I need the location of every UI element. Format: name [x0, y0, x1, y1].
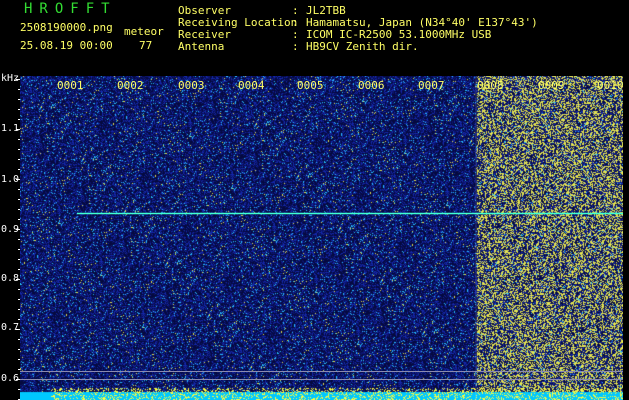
spectrogram-overlay: [20, 76, 623, 400]
info-value-antenna: HB9CV Zenith dir.: [306, 40, 419, 53]
y-tick-label: 0.9: [1, 224, 20, 235]
x-tick-label: 0008: [477, 79, 504, 92]
y-tick-label: 0.8: [1, 273, 20, 284]
y-tick-label: 0.7: [1, 322, 20, 333]
x-tick-label: 0006: [358, 79, 385, 92]
meteor-label: meteor: [124, 25, 164, 38]
info-label-antenna: Antenna: [178, 40, 225, 53]
x-tick-label: 0007: [418, 79, 445, 92]
x-tick-label: 0002: [117, 79, 144, 92]
x-tick-label: 0010: [597, 79, 624, 92]
y-tick-label: 1.0: [1, 174, 20, 185]
x-tick-label: 0004: [238, 79, 265, 92]
spectrogram: [20, 76, 623, 400]
meteor-count: 77: [139, 39, 153, 52]
y-tick-label: 1.1: [1, 123, 20, 134]
x-tick-label: 0009: [538, 79, 565, 92]
file-datetime: 25.08.19 00:00: [20, 39, 113, 52]
info-sep: :: [292, 40, 299, 53]
x-tick-label: 0001: [57, 79, 84, 92]
x-tick-label: 0003: [178, 79, 205, 92]
y-axis-unit: kHz: [1, 73, 20, 84]
app-title: HROFFT: [24, 1, 117, 17]
x-tick-label: 0005: [297, 79, 324, 92]
file-name: 2508190000.png: [20, 21, 113, 34]
y-tick-label: 0.6: [1, 373, 20, 384]
